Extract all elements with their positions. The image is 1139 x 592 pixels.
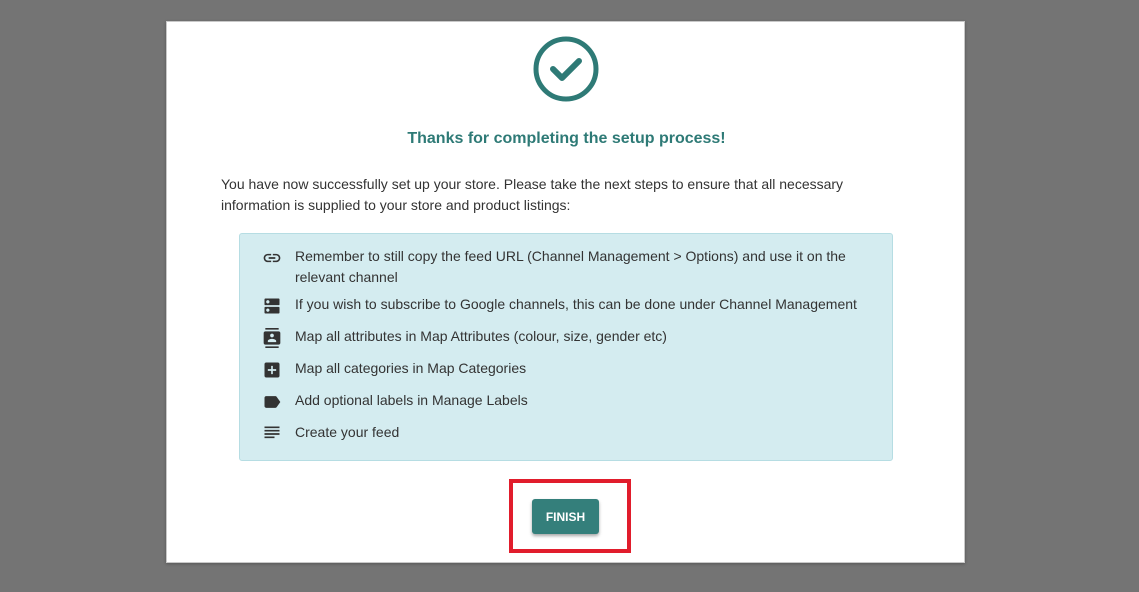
finish-button[interactable]: FINISH [532, 499, 599, 534]
step-text: Map all categories in Map Categories [295, 360, 527, 376]
intro-text: You have now successfully set up your st… [221, 176, 844, 213]
contact-card-icon [262, 328, 282, 348]
server-icon [262, 296, 282, 316]
step-text: If you wish to subscribe to Google chann… [295, 296, 857, 312]
label-icon [262, 392, 282, 412]
list-icon [262, 424, 282, 444]
step-text: Remember to still copy the feed URL (Cha… [295, 248, 846, 285]
step-text: Create your feed [295, 424, 400, 440]
plus-box-icon [262, 360, 282, 380]
setup-complete-dialog: Thanks for completing the setup process!… [166, 21, 965, 563]
check-circle-icon [531, 34, 601, 104]
link-icon [262, 248, 282, 268]
dialog-title: Thanks for completing the setup process! [407, 130, 726, 147]
next-steps-panel: Remember to still copy the feed URL (Cha… [239, 233, 893, 461]
step-text: Map all attributes in Map Attributes (co… [295, 328, 667, 344]
step-text: Add optional labels in Manage Labels [295, 392, 528, 408]
